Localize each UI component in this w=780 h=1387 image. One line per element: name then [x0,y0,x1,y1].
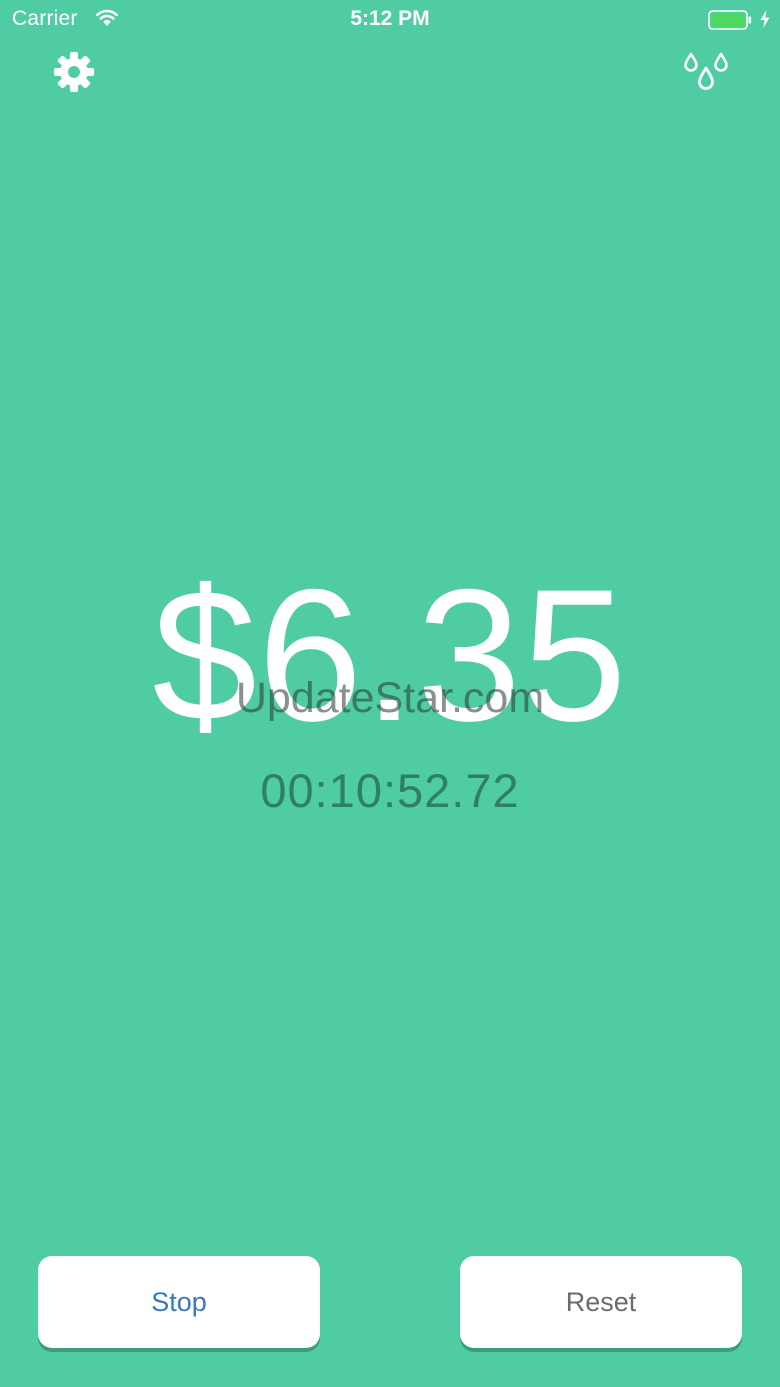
settings-button[interactable] [50,48,98,96]
stop-button[interactable]: Stop [38,1256,320,1348]
status-bar: Carrier 5:12 PM [0,0,780,40]
droplets-icon [684,52,728,90]
meter-screen: Carrier 5:12 PM $6.35 UpdateStar.com 00:… [0,0,780,1387]
reset-button[interactable]: Reset [460,1256,742,1348]
battery-icon [708,10,752,30]
status-time: 5:12 PM [350,7,430,30]
elapsed-timer: 00:10:52.72 [260,764,520,817]
gear-icon [54,52,94,92]
charging-bolt-icon [759,9,771,29]
theme-button[interactable] [680,48,732,96]
cost-amount: $6.35 [152,550,628,760]
